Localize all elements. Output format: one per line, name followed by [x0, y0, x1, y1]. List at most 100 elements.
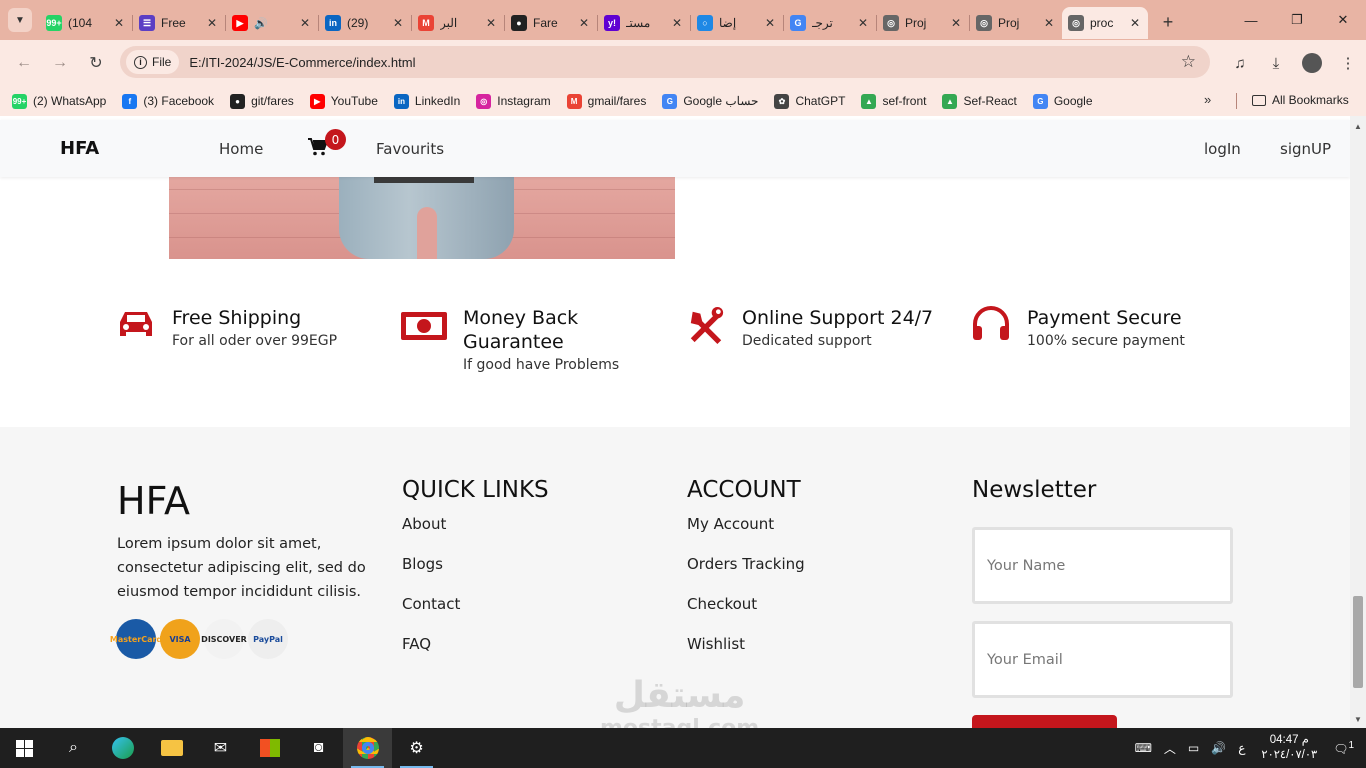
volume-icon[interactable]: 🔊 — [1211, 741, 1226, 755]
browser-tab[interactable]: M البر ✕ — [412, 7, 504, 39]
tab-title: Proj — [998, 16, 1020, 30]
bookmark-item[interactable]: in LinkedIn — [393, 93, 460, 109]
reload-button[interactable]: ↻ — [78, 53, 114, 73]
input-language[interactable]: ع — [1238, 741, 1245, 755]
file-explorer-icon[interactable] — [147, 728, 196, 768]
bookmark-item[interactable]: ▲ Sef-React — [942, 93, 1017, 109]
bookmark-item[interactable]: ▲ sef-front — [861, 93, 927, 109]
forward-button[interactable]: → — [42, 54, 78, 72]
mail-icon[interactable]: ✉ — [196, 728, 245, 768]
bookmark-item[interactable]: 99+ (2) WhatsApp — [12, 93, 106, 109]
keyboard-icon[interactable]: ⌨ — [1135, 741, 1152, 755]
restore-button[interactable]: ❐ — [1274, 0, 1320, 40]
nav-login-link[interactable]: logIn — [1204, 140, 1241, 158]
bookmark-item[interactable]: Mgmail/fares — [566, 93, 646, 109]
bookmark-item[interactable]: f (3) Facebook — [122, 93, 214, 109]
tab-close-icon[interactable]: ✕ — [763, 16, 777, 30]
browser-tab[interactable]: ☰ Free ✕ — [133, 7, 225, 39]
profile-avatar[interactable] — [1302, 53, 1322, 73]
nav-home-link[interactable]: Home — [219, 140, 263, 158]
bookmark-label: Google — [1053, 94, 1093, 108]
tab-close-icon[interactable]: ✕ — [298, 16, 312, 30]
bookmark-item[interactable]: G Google — [1032, 93, 1093, 109]
browser-tab[interactable]: ○ إضا ✕ — [691, 7, 783, 39]
store-icon[interactable] — [245, 728, 294, 768]
tab-close-icon[interactable]: ✕ — [1128, 16, 1142, 30]
camera-icon[interactable]: ◙ — [294, 728, 343, 768]
tab-title: البر — [440, 16, 458, 30]
account-title: ACCOUNT — [687, 477, 801, 503]
bookmark-item[interactable]: G Google حساب — [662, 93, 758, 109]
menu-kebab-icon[interactable]: ⋮ — [1330, 54, 1366, 72]
bookmark-favicon-icon: ✿ — [774, 93, 790, 109]
url-text[interactable]: E:/ITI-2024/JS/E-Commerce/index.html — [189, 55, 415, 70]
search-icon[interactable]: ⌕ — [49, 728, 98, 768]
scroll-up-arrow[interactable]: ▲ — [1354, 122, 1362, 131]
site-info-chip[interactable]: i File — [126, 50, 180, 74]
scrollbar-thumb[interactable] — [1353, 596, 1363, 688]
tab-close-icon[interactable]: ✕ — [577, 16, 591, 30]
back-button[interactable]: ← — [6, 54, 42, 72]
all-bookmarks-button[interactable]: All Bookmarks — [1252, 93, 1349, 107]
browser-tab[interactable]: ▶ 🔊 ✕ — [226, 7, 318, 39]
footer-link-checkout[interactable]: Checkout — [687, 595, 757, 613]
browser-tab[interactable]: ◎ proc ✕ — [1062, 7, 1148, 39]
footer-link-wishlist[interactable]: Wishlist — [687, 635, 745, 653]
tab-close-icon[interactable]: ✕ — [484, 16, 498, 30]
tab-close-icon[interactable]: ✕ — [670, 16, 684, 30]
browser-tab[interactable]: 99+ (104 ✕ — [40, 7, 132, 39]
tab-close-icon[interactable]: ✕ — [1042, 16, 1056, 30]
tab-close-icon[interactable]: ✕ — [856, 16, 870, 30]
site-brand[interactable]: HFA — [60, 138, 99, 159]
footer-link-contact[interactable]: Contact — [402, 595, 460, 613]
divider — [1236, 93, 1237, 109]
close-window-button[interactable]: ✕ — [1320, 0, 1366, 40]
browser-tab[interactable]: y! مستـ ✕ — [598, 7, 690, 39]
browser-tab[interactable]: ● Fare ✕ — [505, 7, 597, 39]
footer-link-about[interactable]: About — [402, 515, 446, 533]
new-tab-button[interactable]: + — [1154, 12, 1182, 33]
footer-link-my-account[interactable]: My Account — [687, 515, 774, 533]
bookmark-star-icon[interactable]: ☆ — [1181, 52, 1196, 72]
feature-subtitle: For all oder over 99EGP — [172, 333, 338, 349]
tab-close-icon[interactable]: ✕ — [391, 16, 405, 30]
bookmark-item[interactable]: ✿ ChatGPT — [774, 93, 845, 109]
footer-link-blogs[interactable]: Blogs — [402, 555, 443, 573]
browser-tab[interactable]: ◎ Proj ✕ — [970, 7, 1062, 39]
footer-link-orders-tracking[interactable]: Orders Tracking — [687, 555, 805, 573]
tray-chevron-icon[interactable]: ︿ — [1164, 740, 1176, 757]
tab-audio-icon[interactable]: 🔊 — [254, 17, 268, 30]
gmail-icon: M — [418, 15, 434, 31]
newsletter-email-input[interactable]: Your Email — [972, 621, 1233, 698]
tab-search-button[interactable]: ▼ — [8, 8, 32, 32]
page-scrollbar[interactable]: ▲ ▼ — [1350, 116, 1366, 728]
nav-signup-link[interactable]: signUP — [1280, 140, 1331, 158]
browser-tab[interactable]: ◎ Proj ✕ — [877, 7, 969, 39]
tab-close-icon[interactable]: ✕ — [949, 16, 963, 30]
bookmark-item[interactable]: ● git/fares — [230, 93, 294, 109]
bookmark-label: sef-front — [882, 94, 927, 108]
media-control-icon[interactable]: ♫ — [1222, 55, 1258, 72]
address-bar[interactable]: i File E:/ITI-2024/JS/E-Commerce/index.h… — [120, 46, 1210, 78]
browser-tab[interactable]: in (29) ✕ — [319, 7, 411, 39]
settings-icon[interactable]: ⚙ — [392, 728, 441, 768]
newsletter-subscribe-button[interactable] — [972, 715, 1117, 728]
browser-tab[interactable]: G ترجـ ✕ — [784, 7, 876, 39]
tab-close-icon[interactable]: ✕ — [205, 16, 219, 30]
edge-icon[interactable] — [98, 728, 147, 768]
download-icon[interactable]: ⤓ — [1258, 55, 1294, 72]
minimize-button[interactable]: — — [1228, 0, 1274, 40]
tab-close-icon[interactable]: ✕ — [112, 16, 126, 30]
footer-link-faq[interactable]: FAQ — [402, 635, 431, 653]
clock[interactable]: 04:47 م ٢٠٢٤/٠٧/٠٣ — [1261, 733, 1317, 763]
bookmark-item[interactable]: ◎ Instagram — [476, 93, 551, 109]
notifications-icon[interactable]: 🗨1 — [1333, 740, 1354, 756]
network-icon[interactable]: ▭ — [1188, 741, 1199, 755]
start-button[interactable] — [0, 728, 49, 768]
scroll-down-arrow[interactable]: ▼ — [1354, 715, 1362, 724]
bookmarks-overflow-button[interactable]: » — [1204, 92, 1211, 107]
nav-favourites-link[interactable]: Favourits — [376, 140, 444, 158]
newsletter-name-input[interactable]: Your Name — [972, 527, 1233, 604]
bookmark-item[interactable]: ▶ YouTube — [309, 93, 378, 109]
chrome-taskbar-icon[interactable] — [343, 728, 392, 768]
